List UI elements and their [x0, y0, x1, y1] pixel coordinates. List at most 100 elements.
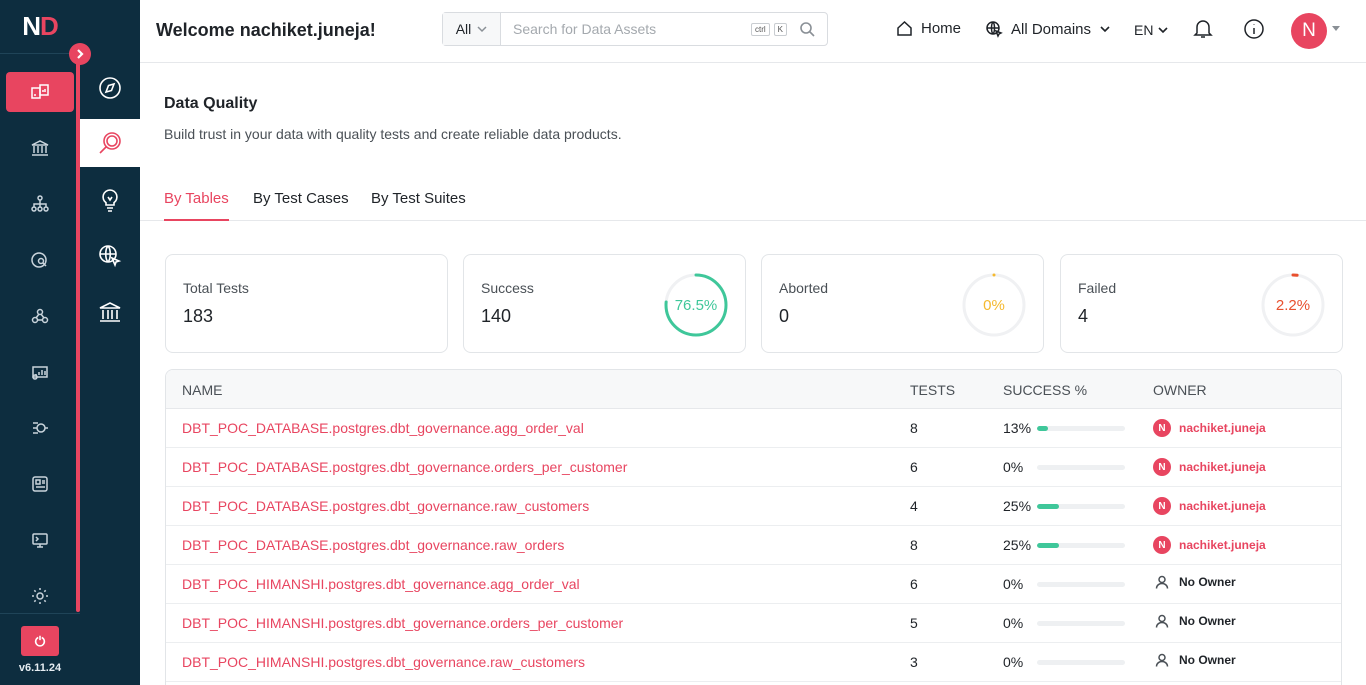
dashboard-icon	[31, 84, 49, 99]
success-percent: 0%	[1003, 654, 1024, 670]
search-scope-dropdown[interactable]: All	[443, 13, 501, 45]
nav-monitor[interactable]	[0, 512, 80, 568]
total-tests-card: Total Tests 183	[165, 254, 448, 353]
owner-name: No Owner	[1179, 575, 1236, 589]
nav-insights[interactable]	[0, 232, 80, 288]
report-icon	[32, 366, 48, 380]
quality-search-icon	[99, 132, 121, 154]
nav-reports[interactable]	[0, 344, 80, 400]
table-name-link[interactable]: DBT_POC_DATABASE.postgres.dbt_governance…	[182, 459, 627, 475]
subnav-insights[interactable]	[80, 176, 140, 224]
owner-cell: Nnachiket.juneja	[1153, 458, 1266, 476]
table-row: DBT_POC_DATABASE.postgres.dbt_governance…	[166, 526, 1341, 565]
tests-count: 8	[910, 537, 918, 553]
column-header-tests[interactable]: Tests	[910, 382, 955, 398]
table-name-link[interactable]: DBT_POC_DATABASE.postgres.dbt_governance…	[182, 420, 584, 436]
owner-name[interactable]: nachiket.juneja	[1179, 460, 1266, 474]
nav-catalog[interactable]	[0, 456, 80, 512]
search-scope-label: All	[455, 21, 472, 37]
owner-name[interactable]: nachiket.juneja	[1179, 421, 1266, 435]
shortcut-k-key: K	[773, 22, 787, 36]
logo-letter-n: N	[22, 11, 41, 41]
nav-data-quality[interactable]	[0, 64, 80, 120]
nav-pipelines[interactable]	[0, 400, 80, 456]
owner-avatar: N	[1153, 497, 1171, 515]
domains-label: All Domains	[1011, 20, 1092, 38]
success-progress-bar	[1037, 464, 1125, 470]
tab-by-tables[interactable]: By Tables	[164, 190, 229, 221]
monitor-icon	[32, 533, 48, 548]
page-description: Build trust in your data with quality te…	[164, 126, 622, 142]
tab-by-test-cases[interactable]: By Test Cases	[253, 190, 349, 221]
lightbulb-icon	[102, 189, 118, 212]
card-label: Failed	[1078, 280, 1117, 296]
language-selector[interactable]: EN	[1134, 22, 1169, 38]
column-header-name[interactable]: Name	[182, 382, 222, 398]
owner-name[interactable]: nachiket.juneja	[1179, 499, 1266, 513]
success-ring: 76.5%	[663, 272, 729, 338]
tests-count: 6	[910, 459, 918, 475]
success-progress-bar	[1037, 425, 1125, 431]
failed-percent: 2.2%	[1275, 296, 1311, 314]
logout-button[interactable]	[21, 625, 59, 656]
success-progress-bar	[1037, 503, 1125, 509]
success-cell: 0%	[1003, 459, 1125, 475]
table-name-link[interactable]: DBT_POC_HIMANSHI.postgres.dbt_governance…	[182, 654, 585, 670]
subnav-governance[interactable]	[80, 288, 140, 336]
card-value: 4	[1078, 306, 1089, 326]
table-row: DBT_POC_HIMANSHI.postgres.dbt_governance…	[166, 565, 1341, 604]
home-icon	[897, 20, 912, 36]
column-header-success[interactable]: Success %	[1003, 382, 1087, 398]
success-percent: 25%	[1003, 537, 1032, 553]
gear-icon	[32, 588, 48, 604]
table-name-link[interactable]: DBT_POC_DATABASE.postgres.dbt_governance…	[182, 537, 564, 553]
pipeline-icon	[33, 422, 48, 434]
app-logo[interactable]: ND	[0, 0, 80, 54]
user-icon	[1155, 614, 1169, 628]
nav-hierarchy[interactable]	[0, 176, 80, 232]
subnav-explore[interactable]	[80, 64, 140, 112]
tests-count: 5	[910, 615, 918, 631]
notifications-button[interactable]	[1192, 17, 1214, 44]
table-name-link[interactable]: DBT_POC_DATABASE.postgres.dbt_governance…	[182, 498, 589, 514]
bank-icon	[99, 302, 121, 322]
tables-quality-table: Name Tests Success % Owner DBT_POC_DATAB…	[165, 369, 1342, 685]
search-bar: All ctrl K	[442, 12, 828, 46]
nav-network[interactable]	[0, 288, 80, 344]
table-body: DBT_POC_DATABASE.postgres.dbt_governance…	[166, 409, 1341, 682]
nav-governance[interactable]	[0, 120, 80, 176]
owner-name[interactable]: nachiket.juneja	[1179, 538, 1266, 552]
tests-count: 8	[910, 420, 918, 436]
page-title: Data Quality	[164, 95, 258, 112]
home-link[interactable]: Home	[896, 20, 961, 37]
search-icon[interactable]	[799, 21, 815, 37]
success-cell: 25%	[1003, 498, 1125, 514]
tests-count: 3	[910, 654, 918, 670]
table-row: DBT_POC_DATABASE.postgres.dbt_governance…	[166, 448, 1341, 487]
subnav-domains[interactable]	[80, 232, 140, 280]
help-button[interactable]	[1243, 18, 1265, 45]
caret-down-icon[interactable]	[1332, 26, 1340, 31]
tab-by-test-suites[interactable]: By Test Suites	[371, 190, 466, 221]
owner-avatar: N	[1153, 458, 1171, 476]
globe-cursor-icon	[99, 245, 122, 268]
success-percent: 0%	[1003, 459, 1024, 475]
search-input[interactable]	[501, 13, 751, 45]
card-value: 0	[779, 306, 790, 326]
network-icon	[31, 308, 49, 324]
success-progress-fill	[1037, 542, 1059, 548]
column-header-owner[interactable]: Owner	[1153, 382, 1207, 398]
owner-cell: Nnachiket.juneja	[1153, 497, 1266, 515]
welcome-message: Welcome nachiket.juneja!	[156, 20, 376, 40]
chevron-down-icon	[477, 26, 487, 33]
user-avatar[interactable]: N	[1291, 13, 1327, 49]
table-row: DBT_POC_DATABASE.postgres.dbt_governance…	[166, 409, 1341, 448]
sidebar-expand-button[interactable]	[69, 43, 91, 65]
domains-dropdown[interactable]: All Domains	[985, 20, 1111, 38]
table-name-link[interactable]: DBT_POC_HIMANSHI.postgres.dbt_governance…	[182, 576, 580, 592]
card-value: 140	[481, 306, 512, 326]
table-name-link[interactable]: DBT_POC_HIMANSHI.postgres.dbt_governance…	[182, 615, 623, 631]
language-label: EN	[1134, 22, 1154, 38]
subnav-data-quality[interactable]	[80, 119, 140, 167]
success-percent: 25%	[1003, 498, 1032, 514]
